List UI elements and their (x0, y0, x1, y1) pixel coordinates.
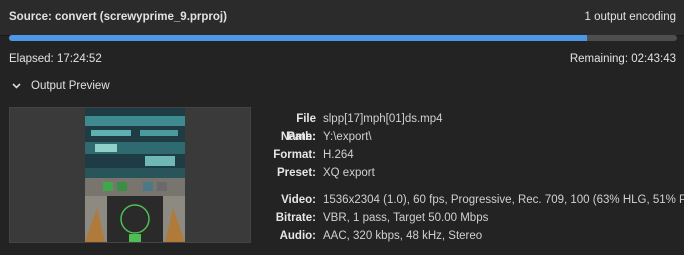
source-title: Source: convert (screwyprime_9.prproj) (9, 11, 227, 23)
detail-value: XQ export (323, 167, 375, 179)
output-count: 1 output encoding (584, 11, 676, 23)
encoding-progress-bar (9, 35, 677, 41)
detail-video: Video: 1536x2304 (1.0), 60 fps, Progress… (258, 191, 684, 209)
chevron-down-icon (12, 83, 21, 89)
detail-value: VBR, 1 pass, Target 50.00 Mbps (323, 212, 489, 224)
detail-value: 1536x2304 (1.0), 60 fps, Progressive, Re… (323, 194, 684, 206)
detail-value: slpp[17]mph[01]ds.mp4 (323, 113, 443, 125)
detail-label: Video: (281, 194, 316, 206)
detail-bitrate: Bitrate: VBR, 1 pass, Target 50.00 Mbps (258, 209, 684, 227)
detail-label: Path: (287, 131, 316, 143)
output-details: File Name: slpp[17]mph[01]ds.mp4 Path: Y… (258, 110, 684, 245)
detail-value: AAC, 320 kbps, 48 kHz, Stereo (323, 230, 483, 242)
remaining-time: Remaining: 02:43:43 (569, 53, 676, 65)
output-preview-toggle[interactable]: Output Preview (12, 80, 110, 92)
detail-value: H.264 (323, 149, 354, 161)
output-preview-thumbnail (9, 107, 251, 243)
preview-frame-image (85, 108, 185, 242)
detail-file-name: File Name: slpp[17]mph[01]ds.mp4 (258, 110, 684, 143)
detail-path: Path: Y:\export\ (258, 128, 684, 146)
elapsed-time: Elapsed: 17:24:52 (9, 53, 102, 65)
detail-label: File Name: (280, 113, 316, 143)
detail-preset: Preset: XQ export (258, 164, 684, 182)
detail-label: Bitrate: (275, 212, 316, 224)
detail-label: Audio: (279, 230, 316, 242)
detail-label: Preset: (277, 167, 316, 179)
detail-format: Format: H.264 (258, 146, 684, 164)
output-preview-label: Output Preview (31, 80, 110, 92)
detail-audio: Audio: AAC, 320 kbps, 48 kHz, Stereo (258, 227, 684, 245)
detail-value: Y:\export\ (323, 131, 372, 143)
progress-fill (9, 35, 588, 41)
detail-label: Format: (273, 149, 316, 161)
encoding-header: Source: convert (screwyprime_9.prproj) 1… (0, 0, 684, 36)
